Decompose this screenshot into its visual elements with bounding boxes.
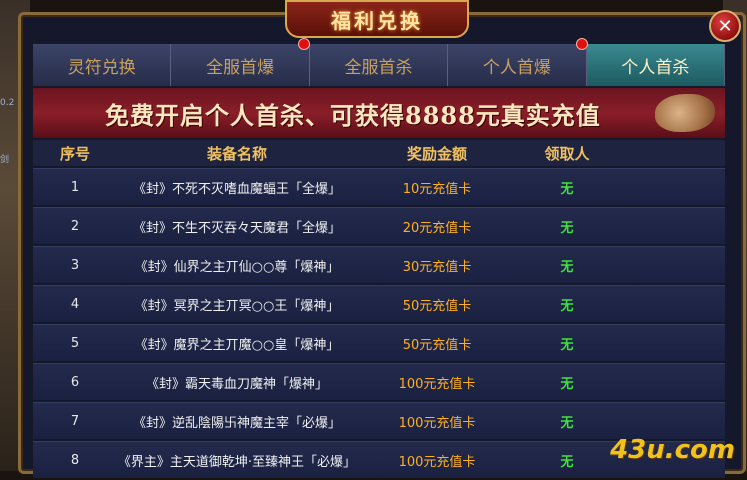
row-no: 3 bbox=[70, 257, 80, 273]
row-claimer: 无 bbox=[560, 337, 574, 353]
row-item-name: 《界主》主天道御乾坤·至臻神王「必爆」 bbox=[117, 454, 357, 470]
row-claimer: 无 bbox=[560, 181, 574, 197]
row-reward: 100元充值卡 bbox=[398, 376, 476, 392]
row-reward: 30元充值卡 bbox=[402, 259, 472, 275]
dialog-title: 福利兑换 bbox=[331, 8, 423, 33]
row-item-name: 《封》不生不灭吞々天魔君「全爆」 bbox=[132, 220, 341, 236]
row-reward: 100元充值卡 bbox=[398, 415, 476, 431]
row-item-name: 《封》魔界之主丌魔○○皇「爆神」 bbox=[134, 337, 340, 353]
row-claimer: 无 bbox=[560, 454, 574, 470]
side-text-a: 0.2 bbox=[0, 98, 15, 108]
row-item-name: 《封》仙界之主丌仙○○尊「爆神」 bbox=[134, 259, 340, 275]
row-claimer: 无 bbox=[560, 376, 574, 392]
row-no: 6 bbox=[70, 374, 80, 390]
table-row[interactable]: 5 《封》魔界之主丌魔○○皇「爆神」 50元充值卡 无 bbox=[33, 324, 725, 361]
row-reward: 10元充值卡 bbox=[402, 181, 472, 197]
row-no: 7 bbox=[70, 413, 80, 429]
header-claimer: 领取人 bbox=[544, 144, 590, 163]
close-button[interactable]: ✕ bbox=[709, 10, 741, 42]
tab-personal-first-drop[interactable]: 个人首爆 bbox=[448, 44, 587, 86]
tab-lingfu-exchange[interactable]: 灵符兑换 bbox=[33, 44, 172, 86]
row-reward: 50元充值卡 bbox=[402, 298, 472, 314]
promo-banner: 免费开启个人首杀、可获得8888元真实充值 bbox=[33, 88, 725, 138]
reward-table: 1 《封》不死不灭嗜血魔蝠王「全爆」 10元充值卡 无 2 《封》不生不灭吞々天… bbox=[33, 168, 725, 480]
table-row[interactable]: 4 《封》冥界之主丌冥○○王「爆神」 50元充值卡 无 bbox=[33, 285, 725, 322]
dragon-ornament bbox=[655, 94, 715, 132]
table-header: 序号 装备名称 奖励金额 领取人 bbox=[33, 140, 725, 166]
row-no: 8 bbox=[70, 452, 80, 468]
tab-bar: 灵符兑换 全服首爆 全服首杀 个人首爆 个人首杀 bbox=[33, 44, 726, 86]
header-reward: 奖励金额 bbox=[406, 144, 467, 163]
table-row[interactable]: 6 《封》霸天毒血刀魔神「爆神」 100元充值卡 无 bbox=[33, 363, 725, 400]
table-row[interactable]: 7 《封》逆乱陰陽卐神魔主宰「必爆」 100元充值卡 无 bbox=[33, 402, 725, 439]
row-no: 2 bbox=[70, 218, 80, 234]
banner-text: 免费开启个人首杀、可获得8888元真实充值 bbox=[105, 100, 601, 130]
header-no: 序号 bbox=[59, 144, 90, 163]
table-row[interactable]: 3 《封》仙界之主丌仙○○尊「爆神」 30元充值卡 无 bbox=[33, 246, 725, 283]
row-claimer: 无 bbox=[560, 220, 574, 236]
row-claimer: 无 bbox=[560, 415, 574, 431]
row-no: 1 bbox=[70, 179, 80, 195]
tab-server-first-kill[interactable]: 全服首杀 bbox=[309, 44, 449, 86]
row-reward: 20元充值卡 bbox=[402, 220, 472, 236]
notification-dot bbox=[576, 38, 588, 50]
row-item-name: 《封》不死不灭嗜血魔蝠王「全爆」 bbox=[132, 181, 341, 197]
row-item-name: 《封》霸天毒血刀魔神「爆神」 bbox=[145, 376, 328, 392]
site-watermark: 43u.com bbox=[610, 435, 735, 465]
tab-server-first-drop[interactable]: 全服首爆 bbox=[171, 44, 310, 86]
row-claimer: 无 bbox=[560, 298, 574, 314]
row-claimer: 无 bbox=[560, 259, 574, 275]
row-item-name: 《封》冥界之主丌冥○○王「爆神」 bbox=[134, 298, 340, 314]
table-row[interactable]: 1 《封》不死不灭嗜血魔蝠王「全爆」 10元充值卡 无 bbox=[33, 168, 725, 205]
title-plate: 福利兑换 bbox=[285, 0, 469, 38]
tab-personal-first-kill[interactable]: 个人首杀 bbox=[586, 44, 726, 86]
row-item-name: 《封》逆乱陰陽卐神魔主宰「必爆」 bbox=[132, 415, 341, 431]
table-row[interactable]: 2 《封》不生不灭吞々天魔君「全爆」 20元充值卡 无 bbox=[33, 207, 725, 244]
notification-dot bbox=[298, 38, 310, 50]
header-item: 装备名称 bbox=[206, 144, 267, 163]
row-no: 5 bbox=[70, 335, 80, 351]
side-text-b: 剑 bbox=[0, 155, 10, 165]
row-reward: 100元充值卡 bbox=[398, 454, 476, 470]
row-no: 4 bbox=[70, 296, 80, 312]
row-reward: 50元充值卡 bbox=[402, 337, 472, 353]
